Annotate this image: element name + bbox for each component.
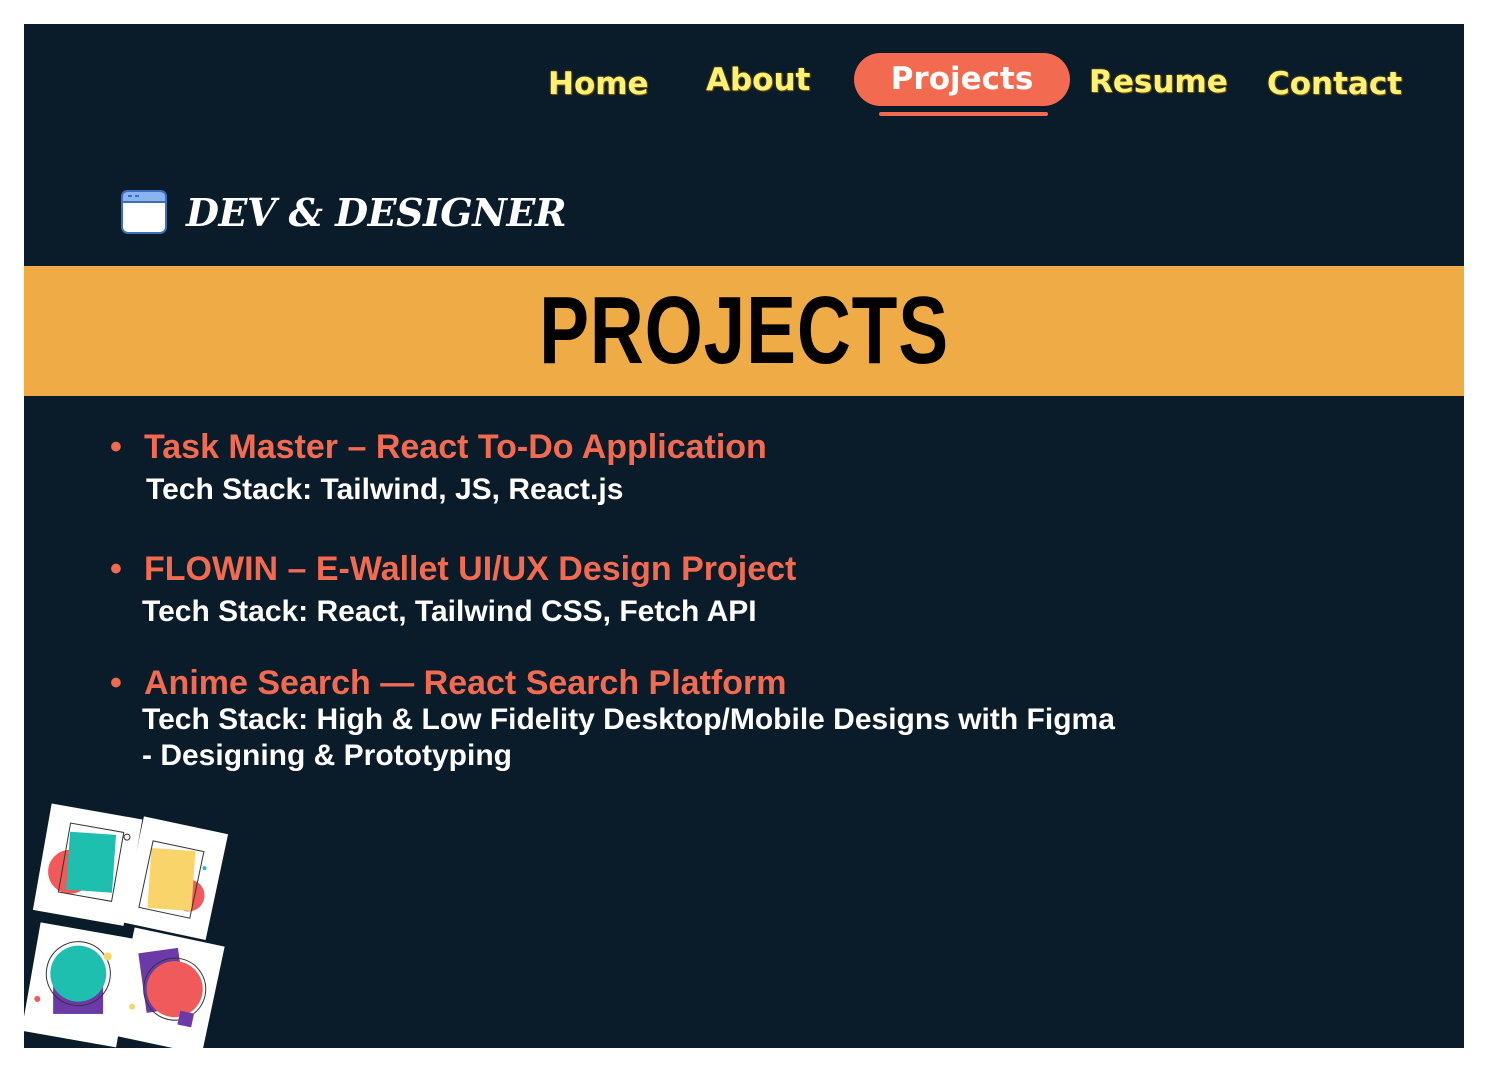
bullet: • [110, 664, 122, 702]
abstract-shapes-illustration [24, 802, 234, 1048]
nav-home-link[interactable]: Home [548, 58, 649, 110]
nav-resume-link[interactable]: Resume [1089, 56, 1228, 108]
title-banner: PROJECTS [24, 266, 1464, 396]
page-title: PROJECTS [539, 277, 949, 384]
nav-active-underline [879, 112, 1048, 116]
project-tech-stack: Tech Stack: Tailwind, JS, React.js [146, 473, 624, 506]
nav-about-link[interactable]: About [706, 54, 810, 106]
nav-projects-link[interactable]: Projects [854, 53, 1070, 106]
project-tech-stack: Tech Stack: High & Low Fidelity Desktop/… [142, 703, 1115, 772]
logo-text: DEV & DESIGNER [186, 190, 567, 235]
browser-window-icon [120, 188, 168, 236]
bullet: • [110, 550, 122, 588]
nav-contact-link[interactable]: Contact [1267, 58, 1402, 110]
project-title: Task Master – React To-Do Application [144, 428, 767, 466]
project-tech-stack: Tech Stack: React, Tailwind CSS, Fetch A… [142, 595, 757, 628]
project-title: FLOWIN – E-Wallet UI/UX Design Project [144, 550, 797, 588]
project-title: Anime Search — React Search Platform [144, 664, 787, 702]
projects-slide: Home About Projects Resume Contact DEV &… [24, 24, 1464, 1048]
bullet: • [110, 428, 122, 466]
